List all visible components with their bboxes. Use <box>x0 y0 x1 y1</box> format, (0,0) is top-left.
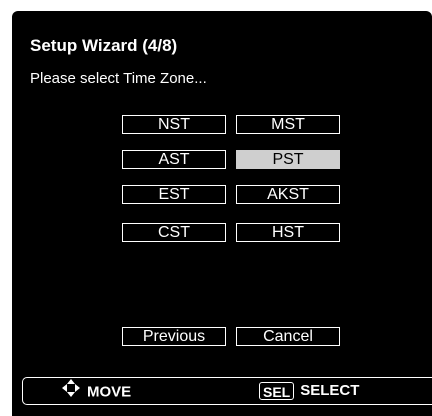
select-hint: SEL SELECT <box>259 378 359 404</box>
timezone-prompt: Please select Time Zone... <box>30 70 207 87</box>
previous-button[interactable]: Previous <box>122 327 226 346</box>
timezone-option-est[interactable]: EST <box>122 185 226 204</box>
timezone-option-cst[interactable]: CST <box>122 223 226 242</box>
timezone-option-akst[interactable]: AKST <box>236 185 340 204</box>
timezone-option-pst[interactable]: PST <box>236 150 340 169</box>
sel-key-icon: SEL <box>259 382 295 401</box>
cancel-button[interactable]: Cancel <box>236 327 340 346</box>
timezone-option-ast[interactable]: AST <box>122 150 226 169</box>
page-title: Setup Wizard (4/8) <box>30 36 178 55</box>
select-hint-label: SELECT <box>300 382 360 399</box>
move-hint: MOVE <box>61 378 131 404</box>
setup-wizard-screen: Setup Wizard (4/8) Please select Time Zo… <box>12 11 432 416</box>
move-hint-label: MOVE <box>87 383 132 401</box>
timezone-option-nst[interactable]: NST <box>122 115 226 134</box>
four-way-arrows-icon <box>61 378 81 407</box>
timezone-option-hst[interactable]: HST <box>236 223 340 242</box>
timezone-option-mst[interactable]: MST <box>236 115 340 134</box>
control-hint-bar: MOVE SEL SELECT <box>22 377 432 405</box>
